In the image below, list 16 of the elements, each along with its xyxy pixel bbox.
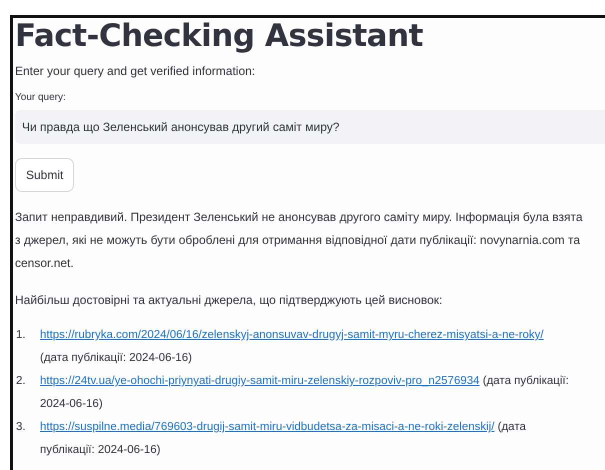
page-title: Fact-Checking Assistant [15, 18, 424, 54]
answer-text: Запит неправдивий. Президент Зеленський не анонсував другого саміту миру. Інформація була взята з джерел, які не можуть бути оброблені для отримання відповідної дати публікації: novynarnia.com та censor.net. [15, 209, 584, 272]
field-label: Your query: [15, 92, 67, 103]
source-entry: https://suspilne.media/769603-drugij-samit-miru-vidbudetsa-za-misaci-a-ne-roki-zelenskij/ (дата публікації: 2024-06-16) [40, 420, 527, 458]
intro-text: Enter your query and get verified information: [15, 64, 256, 78]
list-number: 1. [15, 328, 27, 343]
source-entry: https://rubryka.com/2024/06/16/zelenskyj-anonsuvav-drugyj-samit-myru-cherez-misyatsi-a-ne-roky/ (дата публікації: 2024-06-16) [40, 328, 545, 366]
list-number: 3. [15, 420, 27, 435]
source-entry: https://24tv.ua/ye-ohochi-priynyati-drugiy-samit-miru-zelenskiy-rozpoviv-pro_n2576934 (дата публікації: 2024-06-16) [40, 374, 570, 412]
source-link[interactable]: https://rubryka.com/2024/06/16/zelenskyj-anonsuvav-drugyj-samit-myru-cherez-misyatsi-a-ne-roky/ [40, 329, 544, 341]
list-number: 2. [15, 374, 27, 389]
query-field[interactable]: Чи правда що Зеленський анонсував другий саміт миру? [15, 110, 605, 144]
source-link[interactable]: https://suspilne.media/769603-drugij-samit-miru-vidbudetsa-za-misaci-a-ne-roki-zelenskij/ [40, 421, 494, 433]
submit-button[interactable]: Submit [15, 158, 74, 192]
source-link[interactable]: https://24tv.ua/ye-ohochi-priynyati-drugiy-samit-miru-zelenskiy-rozpoviv-pro_n2576934 [40, 375, 480, 387]
sources-heading: Найбільш достовірні та актуальні джерела, що підтверджують цей висновок: [15, 292, 444, 309]
